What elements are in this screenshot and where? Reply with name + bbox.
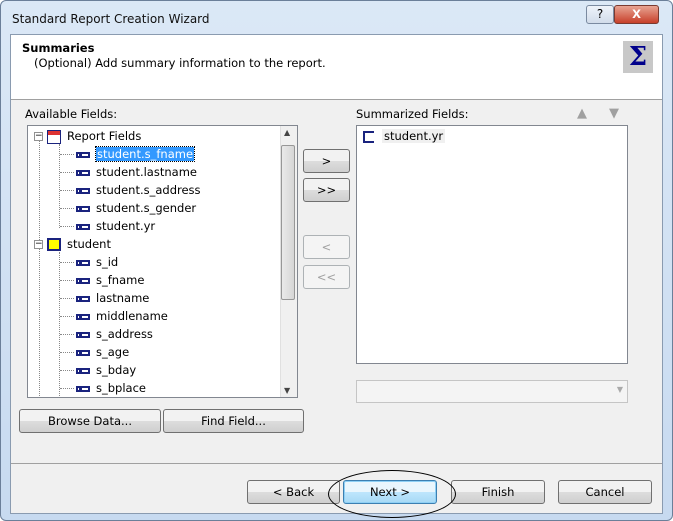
list-item[interactable]: student.yr [363,127,446,145]
tree-item[interactable]: s_age [60,343,129,361]
cancel-button[interactable]: Cancel [558,480,652,504]
collapse-icon[interactable]: − [34,132,43,141]
tree-connector [60,370,74,371]
field-icon [76,385,90,392]
field-icon [76,169,90,176]
tree-connector [60,280,74,281]
summarized-fields-label: Summarized Fields: [356,107,469,121]
tree-item-label: student.yr [96,219,156,233]
tree-group-label: Report Fields [67,129,142,143]
tree-group-label: student [67,237,111,251]
scroll-down-icon[interactable]: ▼ [284,386,290,395]
tree-connector [60,262,74,263]
tree-item[interactable]: student.s_gender [60,199,196,217]
tree-item-label: s_address [96,327,153,341]
collapse-icon[interactable]: − [34,240,43,249]
tree-item[interactable]: middlename [60,307,168,325]
tree-item-label: student.s_fname [94,146,196,162]
table-icon [47,238,61,251]
tree-connector [60,208,74,209]
tree-item-label: student.s_gender [96,201,197,215]
page-subtitle: (Optional) Add summary information to th… [34,56,326,70]
scrollbar-thumb[interactable] [281,145,295,300]
page-title: Summaries [22,41,95,55]
tree-item[interactable]: student.yr [60,217,155,235]
tree-item[interactable]: s_address [60,325,153,343]
tree-connector [60,388,74,389]
tree-item-label: s_bday [96,363,137,377]
highlight-ellipse [328,470,456,518]
field-icon [76,205,90,212]
tree-item-label: student.s_address [96,183,201,197]
add-all-fields-button[interactable]: >> [303,178,350,202]
sigma-icon: Σ [623,41,653,73]
tree-item[interactable]: student.s_fname [60,145,196,163]
field-icon [76,313,90,320]
tree-item[interactable]: s_bday [60,361,136,379]
window-title: Standard Report Creation Wizard [12,12,210,26]
finish-button[interactable]: Finish [451,480,545,504]
tree-item[interactable]: s_id [60,253,118,271]
field-icon [76,277,90,284]
chevron-down-icon[interactable]: ▼ [617,385,623,394]
field-icon [76,295,90,302]
tree-item[interactable]: student.s_address [60,181,201,199]
move-down-icon[interactable]: ▼ [609,106,619,121]
field-icon [76,367,90,374]
tree-connector [60,172,74,173]
list-item-label: student.yr [382,129,446,143]
add-field-button[interactable]: > [303,149,350,173]
available-fields-label: Available Fields: [25,107,118,121]
scroll-up-icon[interactable]: ▲ [284,128,290,137]
tree-connector [60,190,74,191]
field-icon [76,331,90,338]
tree-item-label: lastname [96,291,150,305]
tree-group-report-fields[interactable]: − Report Fields [34,127,141,145]
tree-connector [60,316,74,317]
available-fields-tree[interactable]: − Report Fields student.s_fname student.la… [27,125,298,398]
tree-connector [60,226,74,227]
field-icon [76,349,90,356]
find-field-button[interactable]: Find Field... [163,409,304,433]
tree-item-label: middlename [96,309,168,323]
tree-item[interactable]: s_fname [60,271,144,289]
summary-type-combo[interactable]: ▼ [356,380,628,403]
remove-field-button[interactable]: < [303,235,350,259]
tree-item[interactable]: lastname [60,289,149,307]
browse-data-button[interactable]: Browse Data... [19,409,161,433]
tree-item[interactable]: student.lastname [60,163,197,181]
tree-item-label: student.lastname [96,165,197,179]
footer-divider [11,463,662,464]
tree-item-label: s_bplace [96,381,146,395]
tree-item[interactable]: s_bplace [60,379,146,397]
field-icon [76,151,90,158]
tree-group-student[interactable]: − student [34,235,111,253]
tree-connector [60,298,74,299]
close-button[interactable]: X [614,5,659,24]
tree-connector [60,352,74,353]
field-icon [76,187,90,194]
help-button[interactable]: ? [586,5,614,24]
field-icon [76,223,90,230]
tree-connector [60,154,74,155]
remove-all-fields-button[interactable]: << [303,265,350,289]
move-up-icon[interactable]: ▲ [577,106,587,121]
summarized-fields-list[interactable]: student.yr [356,125,628,364]
back-button[interactable]: < Back [247,480,340,504]
tree-item-label: s_id [96,255,119,269]
field-icon [76,259,90,266]
tree-item-label: s_fname [96,273,145,287]
summary-icon [363,130,374,143]
report-fields-icon [47,129,61,144]
tree-connector [60,334,74,335]
tree-item-label: s_age [96,345,130,359]
